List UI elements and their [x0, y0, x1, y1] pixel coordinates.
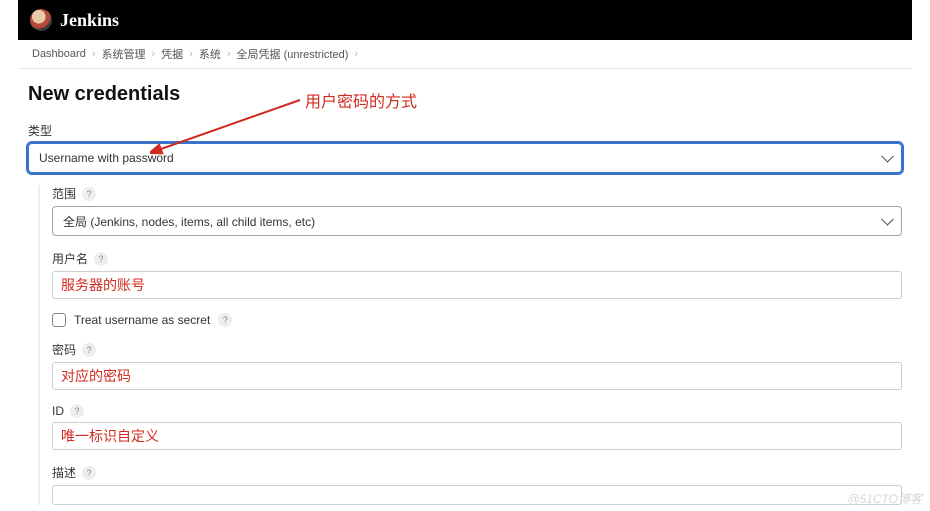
- brand-title: Jenkins: [60, 10, 119, 31]
- help-icon[interactable]: ?: [218, 313, 232, 327]
- id-input[interactable]: [52, 422, 902, 450]
- desc-field: 描述 ?: [52, 464, 902, 505]
- watermark: @51CTO博客: [847, 490, 922, 507]
- nested-fields: 范围 ? 用户名 ? Treat username as secret ? 密码: [38, 185, 902, 505]
- breadcrumb: Dashboard › 系统管理 › 凭据 › 系统 › 全局凭据 (unres…: [18, 40, 912, 69]
- desc-input[interactable]: [52, 485, 902, 505]
- username-field: 用户名 ?: [52, 250, 902, 299]
- chevron-right-icon: ›: [189, 48, 193, 60]
- type-label-row: 类型: [28, 122, 902, 139]
- scope-label: 范围: [52, 185, 76, 202]
- page-title: New credentials: [28, 83, 902, 106]
- scope-field: 范围 ?: [52, 185, 902, 236]
- chevron-right-icon: ›: [227, 48, 231, 60]
- type-select-wrap: [28, 143, 902, 173]
- crumb-system[interactable]: 系统: [199, 46, 221, 62]
- top-bar: Jenkins: [18, 0, 912, 40]
- scope-select[interactable]: [52, 206, 902, 236]
- chevron-right-icon: ›: [354, 48, 358, 60]
- password-input[interactable]: [52, 362, 902, 390]
- id-label: ID: [52, 404, 64, 418]
- crumb-dashboard[interactable]: Dashboard: [32, 48, 86, 60]
- crumb-manage[interactable]: 系统管理: [102, 46, 146, 62]
- help-icon[interactable]: ?: [94, 252, 108, 266]
- help-icon[interactable]: ?: [70, 404, 84, 418]
- crumb-global[interactable]: 全局凭据 (unrestricted): [237, 46, 349, 62]
- help-icon[interactable]: ?: [82, 343, 96, 357]
- help-icon[interactable]: ?: [82, 466, 96, 480]
- crumb-credentials[interactable]: 凭据: [161, 46, 183, 62]
- password-field: 密码 ?: [52, 341, 902, 390]
- treat-secret-label: Treat username as secret: [74, 313, 210, 327]
- jenkins-logo-icon: [30, 9, 52, 31]
- type-select[interactable]: [28, 143, 902, 173]
- desc-label: 描述: [52, 464, 76, 481]
- treat-secret-row: Treat username as secret ?: [52, 313, 902, 327]
- chevron-right-icon: ›: [152, 48, 156, 60]
- password-label: 密码: [52, 341, 76, 358]
- username-input[interactable]: [52, 271, 902, 299]
- help-icon[interactable]: ?: [82, 187, 96, 201]
- page-body: New credentials 类型 范围 ? 用户名 ?: [0, 69, 930, 505]
- id-field: ID ?: [52, 404, 902, 450]
- type-label: 类型: [28, 122, 52, 139]
- treat-secret-checkbox[interactable]: [52, 313, 66, 327]
- chevron-right-icon: ›: [92, 48, 96, 60]
- username-label: 用户名: [52, 250, 88, 267]
